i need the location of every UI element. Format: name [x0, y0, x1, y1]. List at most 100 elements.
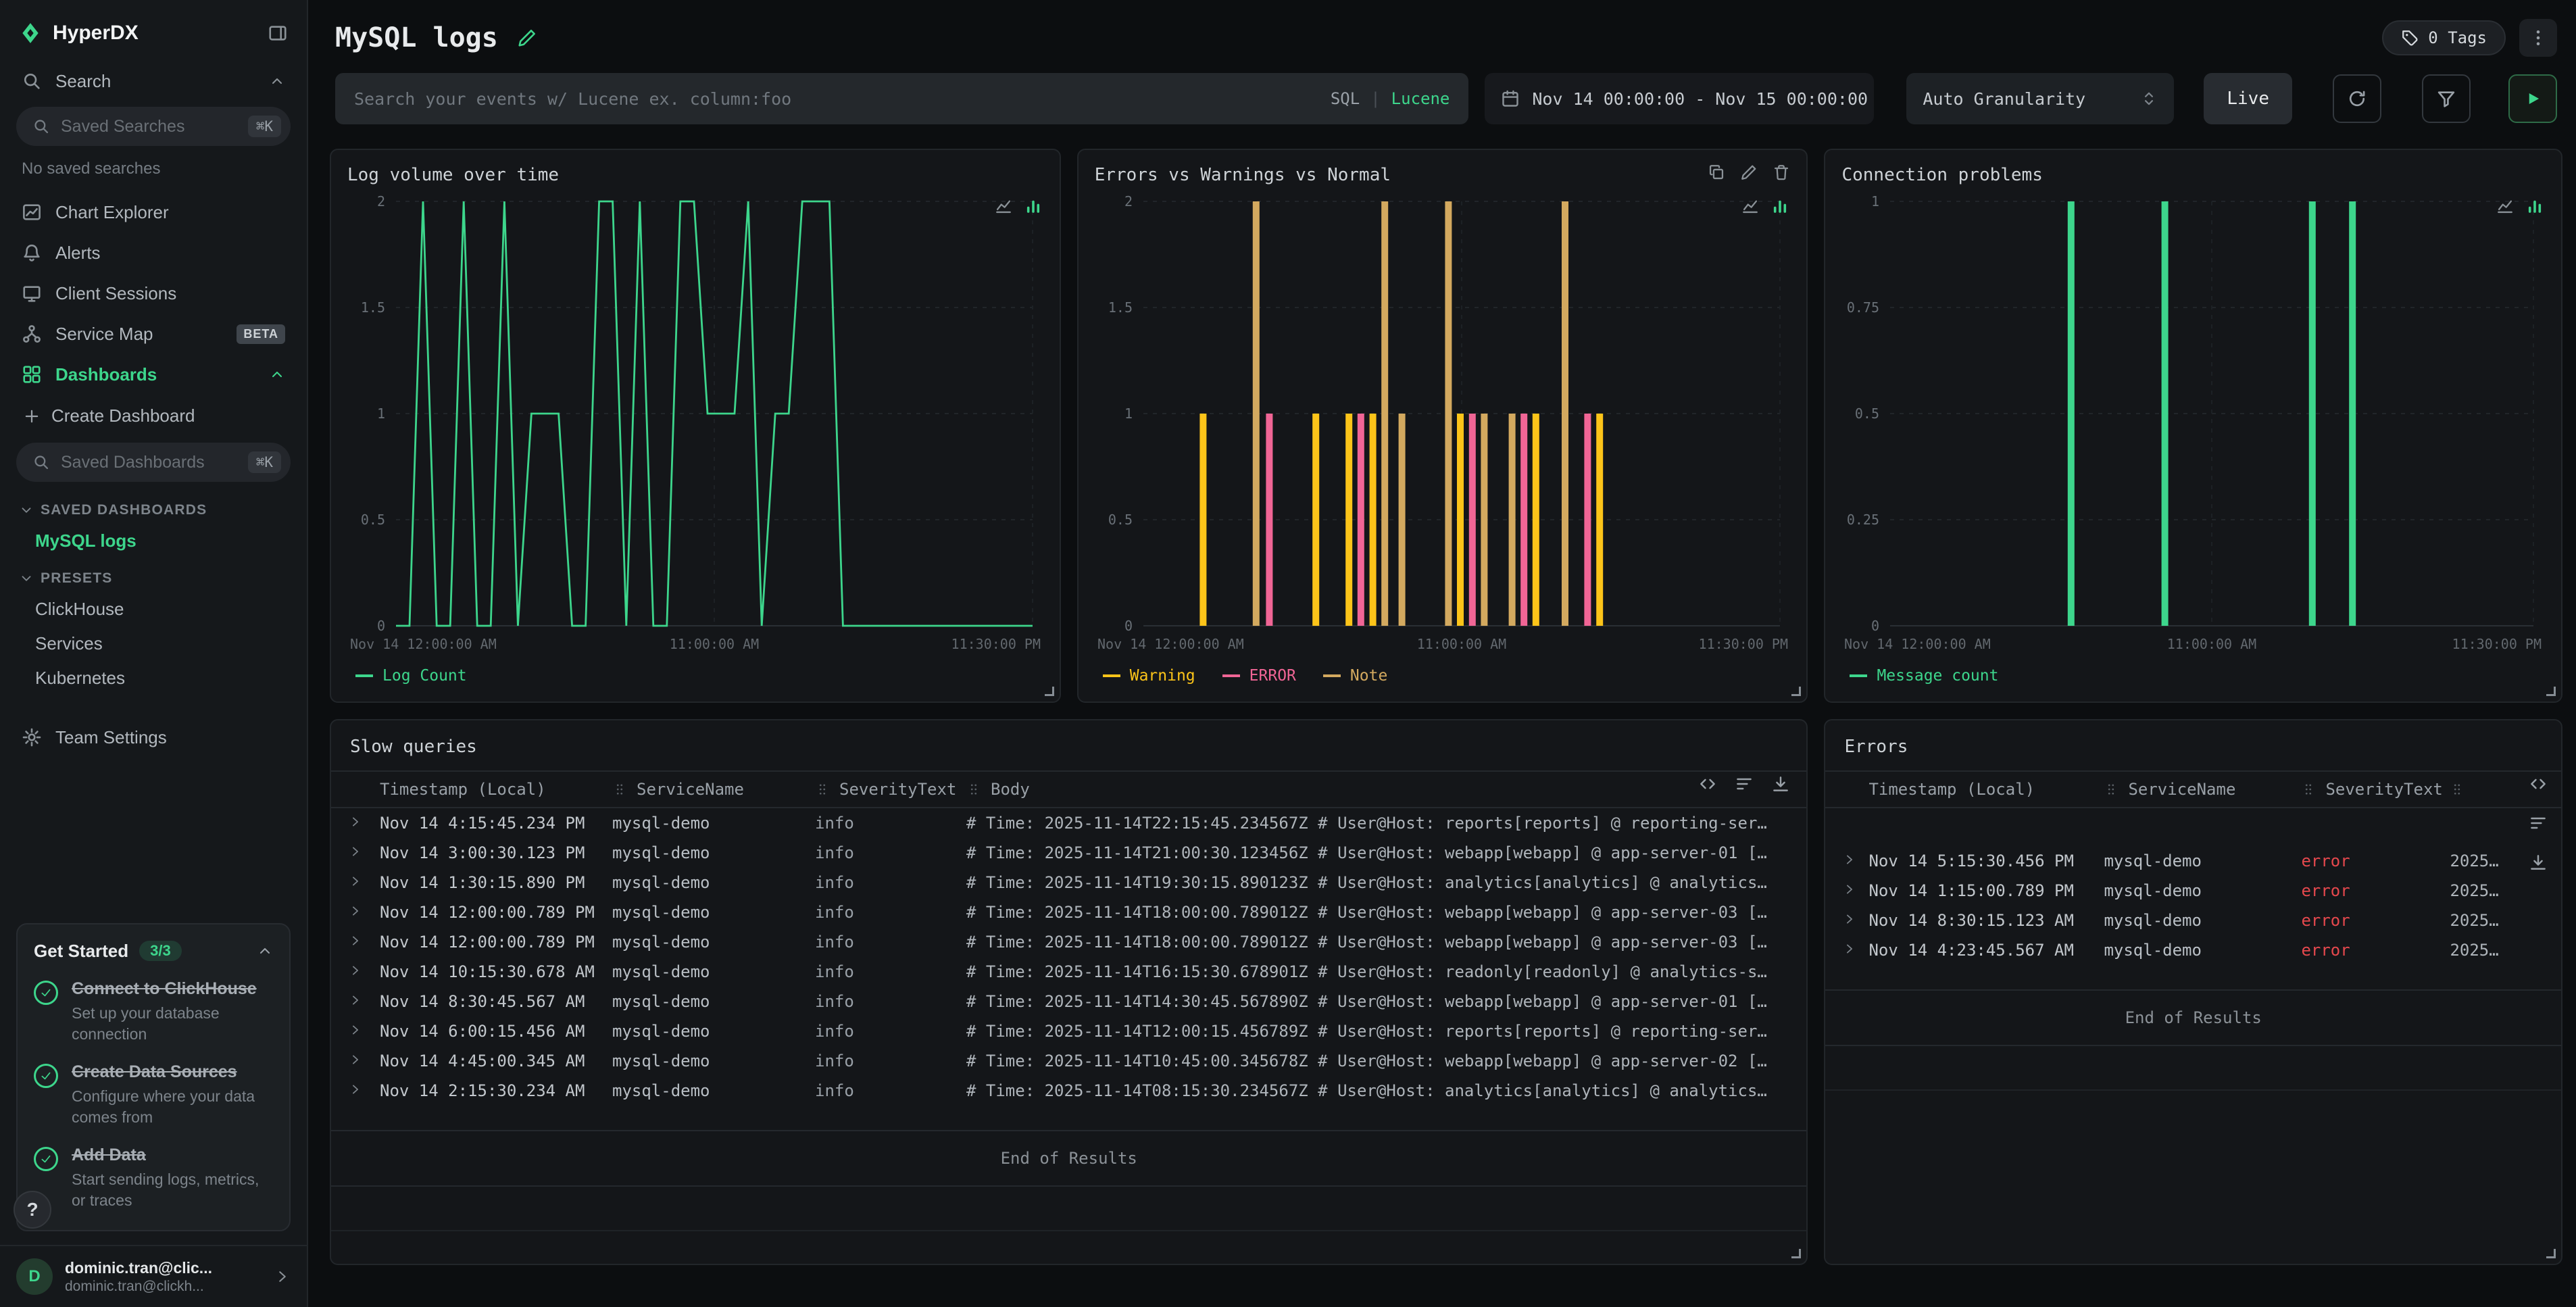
- line-chart-icon[interactable]: [995, 197, 1012, 215]
- sidebar-item-chart-explorer[interactable]: Chart Explorer: [0, 192, 307, 232]
- expand-row-icon[interactable]: [1843, 853, 1856, 866]
- sidebar-item-mysql-logs[interactable]: MySQL logs: [0, 524, 307, 558]
- row-options-icon[interactable]: [2529, 814, 2548, 833]
- column-header[interactable]: SeverityText: [2293, 771, 2442, 808]
- column-drag-handle-icon[interactable]: [2450, 782, 2464, 797]
- expand-row-icon[interactable]: [349, 964, 362, 977]
- filters-button[interactable]: [2422, 74, 2471, 123]
- sidebar-item-service-map[interactable]: Service Map BETA: [0, 314, 307, 354]
- sidebar-item-alerts[interactable]: Alerts: [0, 232, 307, 273]
- table-row[interactable]: Nov 14 8:30:15.123 AM mysql-demo error 2…: [1825, 906, 2561, 935]
- view-source-icon[interactable]: [1698, 774, 1717, 793]
- expand-row-icon[interactable]: [349, 815, 362, 829]
- delete-chart-icon[interactable]: [1773, 164, 1790, 181]
- expand-row-icon[interactable]: [1843, 883, 1856, 896]
- row-options-icon[interactable]: [1735, 774, 1754, 793]
- sidebar-item-search[interactable]: Search: [0, 61, 307, 101]
- section-saved-dashboards[interactable]: Saved Dashboards: [0, 490, 307, 524]
- bar-chart-icon[interactable]: [1024, 197, 1042, 215]
- get-started-step[interactable]: Connect to ClickHouse Set up your databa…: [34, 979, 273, 1045]
- run-query-button[interactable]: [2508, 74, 2557, 123]
- get-started-step[interactable]: Create Data Sources Configure where your…: [34, 1062, 273, 1128]
- table-row[interactable]: Nov 14 6:00:15.456 AM mysql-demo info # …: [331, 1016, 1806, 1046]
- sidebar-item-clickhouse[interactable]: ClickHouse: [0, 592, 307, 626]
- expand-row-icon[interactable]: [349, 845, 362, 858]
- expand-row-icon[interactable]: [349, 874, 362, 888]
- table-row[interactable]: Nov 14 3:00:30.123 PM mysql-demo info # …: [331, 838, 1806, 868]
- expand-row-icon[interactable]: [349, 1083, 362, 1096]
- sql-mode-button[interactable]: SQL: [1331, 89, 1360, 108]
- get-started-header[interactable]: Get Started 3/3: [34, 941, 273, 962]
- tags-button[interactable]: 0 Tags: [2382, 20, 2506, 55]
- connection-problems-chart[interactable]: 00.250.50.751Nov 14 12:00:00 AM11:00:00 …: [1841, 191, 2545, 658]
- table-row[interactable]: Nov 14 5:15:30.456 PM mysql-demo error 2…: [1825, 808, 2561, 876]
- expand-row-icon[interactable]: [1843, 912, 1856, 926]
- saved-searches-input[interactable]: Saved Searches ⌘K: [16, 107, 291, 146]
- download-icon[interactable]: [2529, 853, 2548, 872]
- granularity-select[interactable]: Auto Granularity: [1906, 73, 2174, 124]
- event-search-input[interactable]: Search your events w/ Lucene ex. column:…: [335, 73, 1468, 124]
- column-header[interactable]: ServiceName: [2096, 771, 2293, 808]
- legend-item[interactable]: Log Count: [355, 667, 467, 685]
- legend-item[interactable]: Note: [1323, 667, 1387, 685]
- edit-chart-icon[interactable]: [1740, 164, 1758, 181]
- expand-row-icon[interactable]: [349, 1023, 362, 1037]
- get-started-step[interactable]: Add Data Start sending logs, metrics, or…: [34, 1145, 273, 1211]
- chevron-up-icon[interactable]: [257, 943, 273, 959]
- edit-title-icon[interactable]: [517, 28, 537, 48]
- section-presets[interactable]: Presets: [0, 558, 307, 592]
- sidebar-item-services[interactable]: Services: [0, 626, 307, 661]
- view-source-icon[interactable]: [2529, 774, 2548, 793]
- chevron-up-icon[interactable]: [269, 73, 285, 89]
- table-row[interactable]: Nov 14 1:15:00.789 PM mysql-demo error 2…: [1825, 876, 2561, 906]
- table-row[interactable]: Nov 14 4:23:45.567 AM mysql-demo error 2…: [1825, 935, 2561, 965]
- log-volume-chart[interactable]: 00.511.52Nov 14 12:00:00 AM11:00:00 AM11…: [347, 191, 1043, 658]
- line-chart-icon[interactable]: [1741, 197, 1759, 215]
- date-range-picker[interactable]: Nov 14 00:00:00 - Nov 15 00:00:00: [1485, 73, 1874, 124]
- sidebar-item-kubernetes[interactable]: Kubernetes: [0, 661, 307, 695]
- resize-handle[interactable]: [1045, 687, 1054, 696]
- more-options-button[interactable]: [2519, 19, 2557, 57]
- column-drag-handle-icon[interactable]: [2104, 782, 2119, 797]
- chevron-up-icon[interactable]: [269, 366, 285, 383]
- bar-chart-icon[interactable]: [1771, 197, 1789, 215]
- user-menu[interactable]: D dominic.tran@clic... dominic.tran@clic…: [0, 1245, 307, 1307]
- table-row[interactable]: Nov 14 2:15:30.234 AM mysql-demo info # …: [331, 1076, 1806, 1106]
- refresh-button[interactable]: [2333, 74, 2381, 123]
- expand-row-icon[interactable]: [349, 904, 362, 918]
- live-button[interactable]: Live: [2204, 73, 2292, 124]
- column-drag-handle-icon[interactable]: [612, 782, 627, 797]
- column-drag-handle-icon[interactable]: [966, 782, 981, 797]
- duplicate-chart-icon[interactable]: [1708, 164, 1725, 181]
- expand-row-icon[interactable]: [349, 993, 362, 1007]
- table-row[interactable]: Nov 14 12:00:00.789 PM mysql-demo info #…: [331, 897, 1806, 927]
- expand-row-icon[interactable]: [349, 1053, 362, 1066]
- column-header[interactable]: Body: [958, 771, 1806, 808]
- bar-chart-icon[interactable]: [2526, 197, 2544, 215]
- column-header[interactable]: ServiceName: [604, 771, 807, 808]
- table-row[interactable]: Nov 14 4:45:00.345 AM mysql-demo info # …: [331, 1046, 1806, 1076]
- sidebar-item-team-settings[interactable]: Team Settings: [0, 717, 307, 758]
- help-button[interactable]: ?: [14, 1191, 51, 1229]
- brand[interactable]: HyperDX: [19, 22, 139, 45]
- line-chart-icon[interactable]: [2496, 197, 2514, 215]
- table-row[interactable]: Nov 14 4:15:45.234 PM mysql-demo info # …: [331, 808, 1806, 838]
- create-dashboard-button[interactable]: Create Dashboard: [0, 395, 307, 437]
- sidebar-item-client-sessions[interactable]: Client Sessions: [0, 273, 307, 314]
- legend-item[interactable]: Warning: [1103, 667, 1195, 685]
- errors-warnings-chart[interactable]: 00.511.52Nov 14 12:00:00 AM11:00:00 AM11…: [1095, 191, 1791, 658]
- expand-row-icon[interactable]: [1843, 942, 1856, 956]
- column-drag-handle-icon[interactable]: [815, 782, 830, 797]
- sidebar-item-dashboards[interactable]: Dashboards: [0, 354, 307, 395]
- legend-item[interactable]: Message count: [1850, 667, 1998, 685]
- column-header[interactable]: SeverityText: [807, 771, 958, 808]
- saved-dashboards-input[interactable]: Saved Dashboards ⌘K: [16, 443, 291, 482]
- expand-row-icon[interactable]: [349, 934, 362, 947]
- resize-handle[interactable]: [2546, 1249, 2556, 1258]
- table-row[interactable]: Nov 14 12:00:00.789 PM mysql-demo info #…: [331, 927, 1806, 957]
- collapse-sidebar-icon[interactable]: [268, 23, 288, 43]
- table-row[interactable]: Nov 14 1:30:15.890 PM mysql-demo info # …: [331, 868, 1806, 897]
- download-icon[interactable]: [1771, 774, 1790, 793]
- table-row[interactable]: Nov 14 10:15:30.678 AM mysql-demo info #…: [331, 957, 1806, 987]
- resize-handle[interactable]: [1791, 1249, 1801, 1258]
